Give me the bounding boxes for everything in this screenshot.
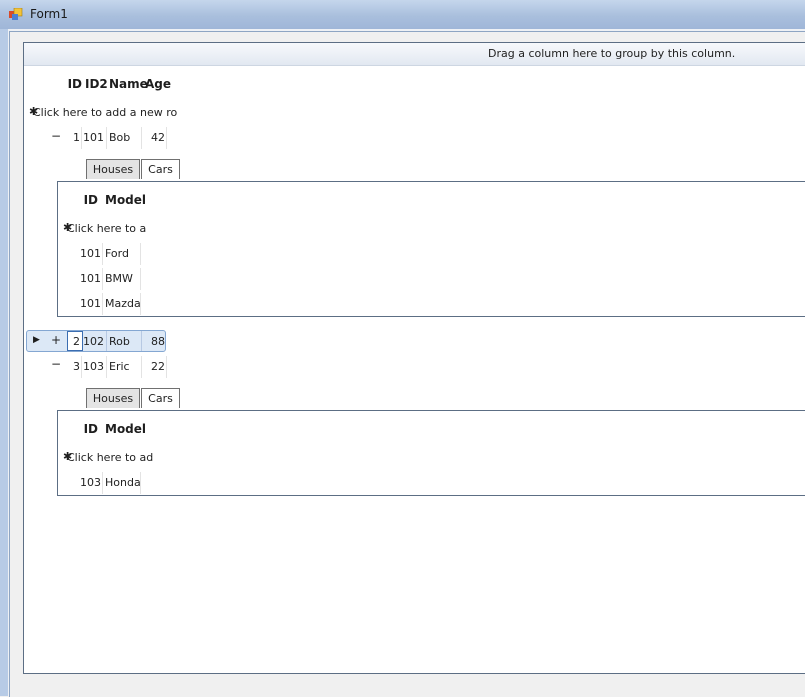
cell-model[interactable]: Honda [105,476,141,489]
cell-id[interactable]: 101 [74,297,101,310]
cell-divider [102,472,103,494]
cell-id2[interactable]: 102 [83,335,104,348]
child-column-header-model[interactable]: Model [105,193,146,207]
column-header-name[interactable]: Name [109,77,148,91]
cell-divider [166,127,167,149]
cell-name[interactable]: Rob [109,335,130,348]
cell-age[interactable]: 42 [142,131,165,144]
cell-divider [81,127,82,149]
tab-cars[interactable]: Cars [141,159,180,179]
column-header-id[interactable]: ID [62,77,82,91]
current-row-indicator-icon: ▶ [33,335,40,345]
cell-id[interactable]: 101 [74,247,101,260]
new-row-prompt[interactable]: Click here to a [67,222,146,235]
child-grid-houses[interactable]: ID Model ✱ Click here to ad 103 Honda [57,410,805,496]
cell-model[interactable]: Mazda [105,297,141,310]
child-column-header-model[interactable]: Model [105,422,146,436]
expand-icon[interactable]: + [51,333,61,347]
cell-model[interactable]: BMW [105,272,133,285]
cell-divider [81,356,82,378]
cell-divider [106,356,107,378]
cell-id[interactable]: 3 [62,360,80,373]
cell-divider [102,293,103,315]
child-grid-houses[interactable]: ID Model ✱ Click here to a 101 Ford 101 … [57,181,805,317]
group-by-hint: Drag a column here to group by this colu… [488,47,736,60]
cell-divider [106,127,107,149]
collapse-icon[interactable]: − [51,129,61,143]
child-column-header-id[interactable]: ID [74,193,98,207]
child-column-header-id[interactable]: ID [74,422,98,436]
new-row-prompt[interactable]: Click here to add a new ro [33,106,177,119]
cell-divider [140,472,141,494]
cell-divider [106,331,107,351]
group-by-panel[interactable]: Drag a column here to group by this colu… [24,43,805,66]
new-row-prompt[interactable]: Click here to ad [67,451,153,464]
cell-id2[interactable]: 101 [83,131,104,144]
cell-name[interactable]: Eric [109,360,130,373]
cell-divider [140,268,141,290]
tab-cars[interactable]: Cars [141,388,180,408]
cell-divider [140,243,141,265]
cell-id[interactable]: 101 [74,272,101,285]
cell-age[interactable]: 22 [142,360,165,373]
title-bar: Form1 [0,0,805,30]
cell-id[interactable]: 2 [62,335,80,348]
cell-age[interactable]: 88 [142,335,165,348]
data-grid[interactable]: Drag a column here to group by this colu… [23,42,805,674]
cell-id[interactable]: 103 [74,476,101,489]
tab-houses[interactable]: Houses [86,388,140,408]
cell-divider [102,268,103,290]
cell-divider [102,243,103,265]
tab-houses[interactable]: Houses [86,159,140,179]
cell-model[interactable]: Ford [105,247,129,260]
collapse-icon[interactable]: − [51,357,61,371]
app-icon [9,8,23,20]
column-header-id2[interactable]: ID2 [85,77,108,91]
window-title: Form1 [30,7,68,21]
cell-id[interactable]: 1 [62,131,80,144]
cell-divider [140,293,141,315]
column-header-age[interactable]: Age [145,77,171,91]
cell-id2[interactable]: 103 [83,360,104,373]
cell-divider [166,356,167,378]
cell-name[interactable]: Bob [109,131,130,144]
